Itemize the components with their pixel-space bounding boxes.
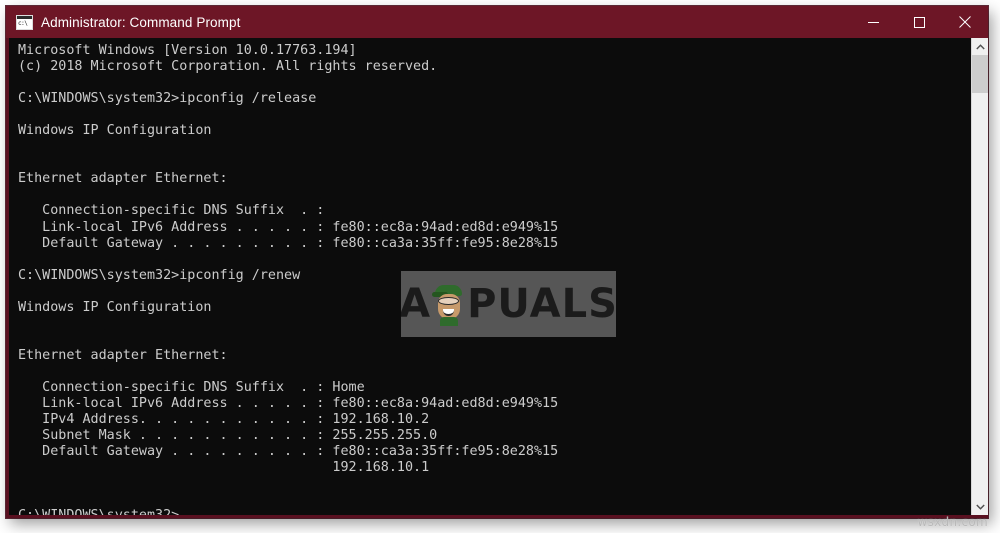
console-prompt-line: C:\WINDOWS\system32> <box>18 508 187 515</box>
window-controls <box>850 6 988 38</box>
scrollbar-track[interactable] <box>972 55 988 498</box>
maximize-button[interactable] <box>896 6 942 38</box>
chevron-down-icon <box>975 504 985 510</box>
window-body: Microsoft Windows [Version 10.0.17763.19… <box>6 38 988 518</box>
minimize-button[interactable] <box>850 6 896 38</box>
scroll-up-button[interactable] <box>972 38 988 55</box>
console-output-area[interactable]: Microsoft Windows [Version 10.0.17763.19… <box>9 38 971 515</box>
scrollbar-thumb[interactable] <box>972 55 988 93</box>
vertical-scrollbar[interactable] <box>971 38 988 515</box>
close-button[interactable] <box>942 6 988 38</box>
maximize-icon <box>913 16 925 28</box>
prompt-text: C:\WINDOWS\system32> <box>18 508 179 515</box>
command-prompt-icon <box>16 14 33 30</box>
scroll-down-button[interactable] <box>972 498 988 515</box>
minimize-icon <box>867 21 879 23</box>
close-icon <box>959 16 971 28</box>
window-title: Administrator: Command Prompt <box>41 14 241 30</box>
console-text: Microsoft Windows [Version 10.0.17763.19… <box>18 43 971 492</box>
command-prompt-window: Administrator: Command Prompt <box>6 6 988 518</box>
console-lines: Microsoft Windows [Version 10.0.17763.19… <box>18 43 559 476</box>
chevron-up-icon <box>975 43 985 49</box>
screenshot-root: Administrator: Command Prompt <box>0 0 1000 533</box>
window-titlebar[interactable]: Administrator: Command Prompt <box>6 6 988 38</box>
